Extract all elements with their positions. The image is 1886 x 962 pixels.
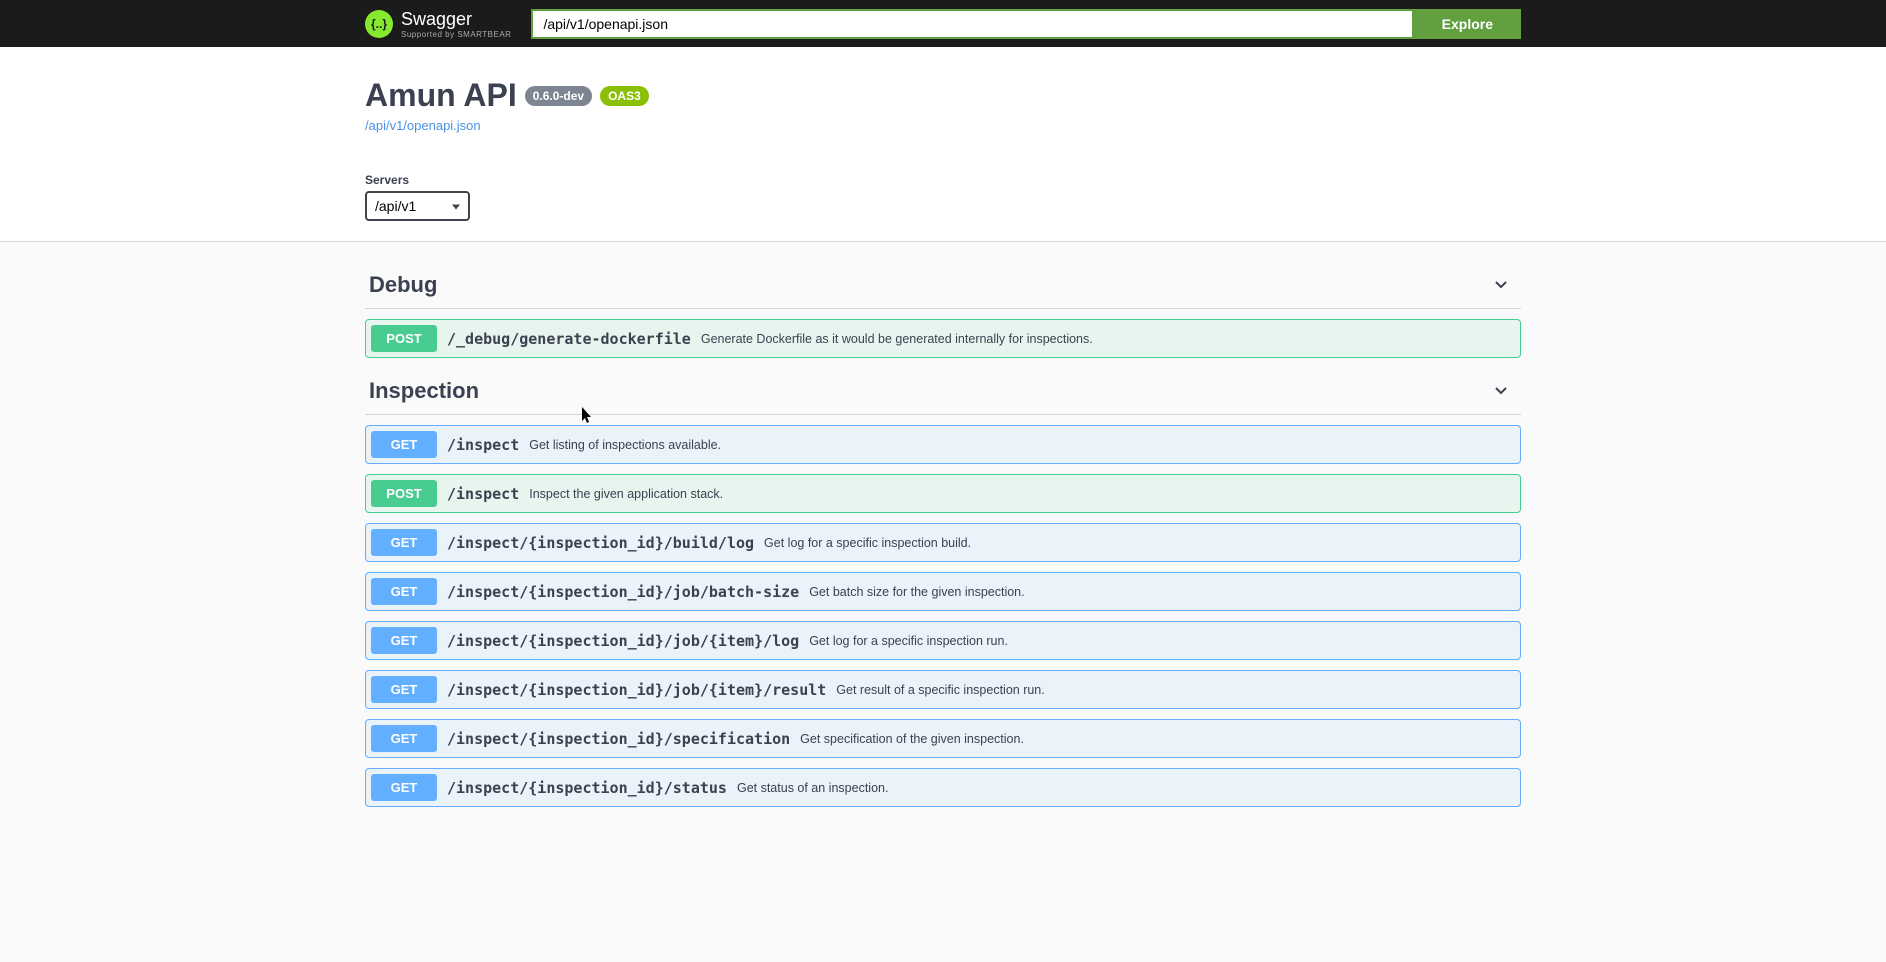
operation-path: /_debug/generate-dockerfile (447, 330, 691, 348)
operation-path: /inspect (447, 436, 519, 454)
swagger-logo[interactable]: {..} Swagger Supported by SMARTBEAR (365, 9, 511, 39)
method-badge: POST (371, 325, 437, 352)
method-badge: GET (371, 774, 437, 801)
servers-select[interactable]: /api/v1 (365, 191, 470, 221)
method-badge: POST (371, 480, 437, 507)
operation-desc: Get batch size for the given inspection. (809, 585, 1024, 599)
swagger-logo-subtext: Supported by SMARTBEAR (401, 30, 511, 39)
tag-name: Debug (369, 272, 437, 298)
method-badge: GET (371, 725, 437, 752)
spec-link[interactable]: /api/v1/openapi.json (365, 118, 1521, 133)
operation-row[interactable]: GET /inspect/{inspection_id}/specificati… (365, 719, 1521, 758)
operation-desc: Get result of a specific inspection run. (836, 683, 1044, 697)
info-section: Amun API 0.6.0-dev OAS3 /api/v1/openapi.… (365, 47, 1521, 153)
tag-section-debug: Debug POST /_debug/generate-dockerfile G… (365, 262, 1521, 358)
tag-header-inspection[interactable]: Inspection (365, 368, 1521, 415)
tag-section-inspection: Inspection GET /inspect Get listing of i… (365, 368, 1521, 807)
topbar: {..} Swagger Supported by SMARTBEAR Expl… (0, 0, 1886, 47)
operation-row[interactable]: POST /inspect Inspect the given applicat… (365, 474, 1521, 513)
operation-desc: Inspect the given application stack. (529, 487, 723, 501)
operations-content: Debug POST /_debug/generate-dockerfile G… (365, 242, 1521, 807)
operation-desc: Get status of an inspection. (737, 781, 888, 795)
method-badge: GET (371, 431, 437, 458)
oas-badge: OAS3 (600, 86, 649, 106)
operation-desc: Get specification of the given inspectio… (800, 732, 1024, 746)
method-badge: GET (371, 529, 437, 556)
operation-desc: Get log for a specific inspection build. (764, 536, 971, 550)
servers-label: Servers (365, 173, 1521, 187)
operation-row[interactable]: GET /inspect/{inspection_id}/job/batch-s… (365, 572, 1521, 611)
operation-path: /inspect/{inspection_id}/build/log (447, 534, 754, 552)
operation-row[interactable]: GET /inspect/{inspection_id}/build/log G… (365, 523, 1521, 562)
version-badge: 0.6.0-dev (525, 86, 592, 106)
servers-section: Servers /api/v1 (365, 153, 1521, 241)
operation-path: /inspect/{inspection_id}/job/{item}/resu… (447, 681, 826, 699)
operation-row[interactable]: GET /inspect/{inspection_id}/job/{item}/… (365, 621, 1521, 660)
spec-url-input[interactable] (531, 9, 1413, 39)
explore-button[interactable]: Explore (1414, 9, 1521, 39)
operation-desc: Get listing of inspections available. (529, 438, 721, 452)
operation-desc: Generate Dockerfile as it would be gener… (701, 332, 1093, 346)
operation-path: /inspect/{inspection_id}/job/{item}/log (447, 632, 799, 650)
api-title: Amun API (365, 77, 517, 114)
operation-path: /inspect/{inspection_id}/specification (447, 730, 790, 748)
method-badge: GET (371, 627, 437, 654)
operation-row[interactable]: GET /inspect Get listing of inspections … (365, 425, 1521, 464)
operation-desc: Get log for a specific inspection run. (809, 634, 1008, 648)
tag-name: Inspection (369, 378, 479, 404)
operation-path: /inspect (447, 485, 519, 503)
operation-row[interactable]: GET /inspect/{inspection_id}/job/{item}/… (365, 670, 1521, 709)
tag-header-debug[interactable]: Debug (365, 262, 1521, 309)
operation-row[interactable]: GET /inspect/{inspection_id}/status Get … (365, 768, 1521, 807)
operation-row[interactable]: POST /_debug/generate-dockerfile Generat… (365, 319, 1521, 358)
operation-path: /inspect/{inspection_id}/job/batch-size (447, 583, 799, 601)
operation-path: /inspect/{inspection_id}/status (447, 779, 727, 797)
chevron-down-icon (1491, 275, 1511, 295)
swagger-logo-icon: {..} (365, 10, 393, 38)
method-badge: GET (371, 676, 437, 703)
chevron-down-icon (1491, 381, 1511, 401)
method-badge: GET (371, 578, 437, 605)
swagger-logo-text: Swagger (401, 9, 511, 30)
